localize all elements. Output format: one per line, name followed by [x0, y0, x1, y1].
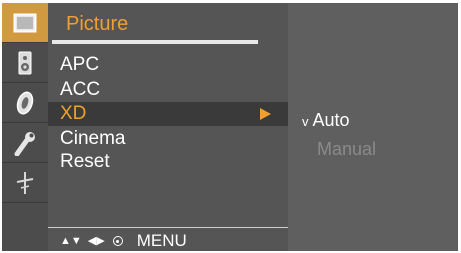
option-manual[interactable]: Manual — [317, 138, 376, 160]
check-mark-icon: v — [302, 114, 309, 129]
menu-item-label: Reset — [60, 151, 110, 172]
menu-item-label: ACC — [60, 79, 101, 100]
title-divider — [52, 40, 258, 44]
menu-item-cinema[interactable]: Cinema — [48, 127, 288, 151]
option-label: Manual — [317, 139, 377, 159]
select-circle-icon — [112, 236, 123, 246]
option-auto[interactable]: v Auto — [302, 109, 350, 131]
left-right-arrows-icon: ◀▶ — [87, 235, 105, 247]
osd-menu: Picture APC ACC XD Cinema Reset ▲▼ ◀▶ ME… — [2, 3, 458, 251]
option-label: Auto — [312, 110, 350, 130]
menu-item-acc[interactable]: ACC — [48, 78, 288, 102]
tab-setup[interactable] — [2, 83, 48, 123]
disc-icon — [16, 91, 34, 114]
menu-panel: Picture APC ACC XD Cinema Reset ▲▼ ◀▶ ME… — [48, 3, 288, 251]
picture-icon — [13, 13, 37, 32]
menu-item-label: XD — [60, 103, 87, 124]
bottom-divider — [48, 227, 288, 228]
category-tabs — [2, 3, 48, 251]
tab-input[interactable] — [2, 163, 48, 203]
antenna-icon — [16, 171, 34, 194]
menu-item-label: Cinema — [60, 128, 126, 149]
menu-title: Picture — [66, 13, 129, 35]
tab-sound[interactable] — [2, 43, 48, 83]
menu-hint-label: MENU — [136, 231, 187, 250]
tab-picture[interactable] — [2, 3, 48, 43]
menu-item-xd[interactable]: XD — [48, 102, 288, 126]
menu-item-reset[interactable]: Reset — [48, 150, 288, 174]
wrench-icon — [14, 131, 35, 156]
nav-hint-bar: ▲▼ ◀▶ MENU — [60, 231, 187, 251]
up-down-arrows-icon: ▲▼ — [60, 235, 82, 247]
submenu-panel: v Auto Manual — [288, 3, 458, 251]
tab-option[interactable] — [2, 123, 48, 163]
menu-item-apc[interactable]: APC — [48, 53, 288, 77]
submenu-arrow-icon — [260, 108, 271, 120]
menu-item-label: APC — [60, 54, 100, 75]
speaker-icon — [18, 51, 32, 74]
